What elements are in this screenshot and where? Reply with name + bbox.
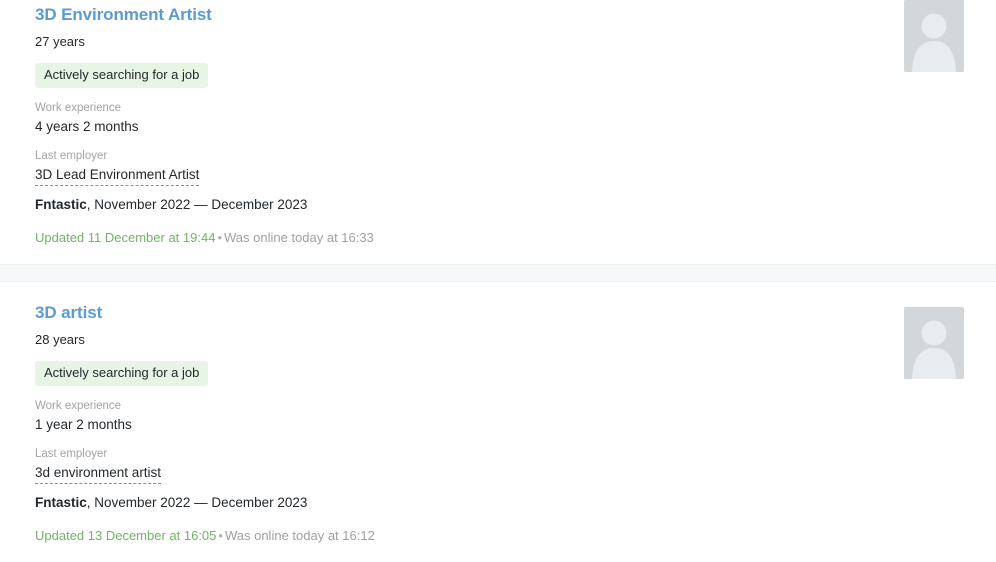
card-divider	[0, 264, 996, 282]
updated-timestamp: Updated 11 December at 19:44	[35, 230, 216, 245]
resume-age: 28 years	[35, 332, 85, 347]
avatar[interactable]	[904, 307, 964, 379]
resume-meta-line: Updated 13 December at 16:05 • Was online …	[35, 527, 870, 544]
resume-search-results: 3D Environment Artist 27 years Actively …	[0, 0, 996, 562]
avatar[interactable]	[904, 0, 964, 72]
last-employer-block: Last employer 3d environment artist	[35, 447, 870, 484]
work-experience-label: Work experience	[35, 400, 122, 412]
resume-title-link[interactable]: 3D Environment Artist	[35, 4, 212, 26]
last-employer-block: Last employer 3D Lead Environment Artist	[35, 149, 870, 186]
last-online-timestamp: Was online today at 16:12	[224, 528, 375, 543]
last-online-timestamp: Was online today at 16:33	[224, 230, 374, 245]
last-employer-label: Last employer	[35, 448, 108, 460]
employer-period-line: Fntastic, November 2022 — December 2023	[35, 493, 870, 512]
work-experience-value: 1 year 2 months	[35, 417, 132, 432]
meta-separator-dot: •	[217, 230, 222, 245]
resume-card[interactable]: 3D artist 28 years Actively searching fo…	[0, 282, 996, 562]
meta-separator-dot: •	[218, 528, 223, 543]
employer-name: Fntastic	[35, 495, 87, 510]
last-position-row: 3d environment artist	[35, 463, 870, 484]
employer-name: Fntastic	[35, 197, 87, 212]
resume-title-link[interactable]: 3D artist	[35, 302, 102, 324]
user-placeholder-icon	[904, 307, 964, 379]
work-experience-label: Work experience	[35, 102, 122, 114]
employer-period-line: Fntastic, November 2022 — December 2023	[35, 195, 870, 214]
work-experience-block: Work experience 1 year 2 months	[35, 399, 870, 434]
resume-card[interactable]: 3D Environment Artist 27 years Actively …	[0, 0, 996, 264]
work-experience-value: 4 years 2 months	[35, 119, 139, 134]
resume-card-body: 3D artist 28 years Actively searching fo…	[35, 282, 980, 544]
resume-meta-line: Updated 11 December at 19:44 • Was online …	[35, 229, 870, 246]
user-placeholder-icon	[904, 0, 964, 72]
resume-card-body: 3D Environment Artist 27 years Actively …	[35, 0, 980, 246]
work-experience-block: Work experience 4 years 2 months	[35, 101, 870, 136]
resume-age: 27 years	[35, 34, 85, 49]
status-badge: Actively searching for a job	[35, 63, 209, 88]
last-position-tooltip-link[interactable]: 3d environment artist	[35, 463, 162, 484]
updated-timestamp: Updated 13 December at 16:05	[35, 528, 217, 543]
last-position-tooltip-link[interactable]: 3D Lead Environment Artist	[35, 165, 200, 186]
last-employer-label: Last employer	[35, 150, 108, 162]
employer-period: , November 2022 — December 2023	[86, 495, 308, 510]
last-position-row: 3D Lead Environment Artist	[35, 165, 870, 186]
employer-period: , November 2022 — December 2023	[86, 197, 308, 212]
status-badge: Actively searching for a job	[35, 361, 209, 386]
